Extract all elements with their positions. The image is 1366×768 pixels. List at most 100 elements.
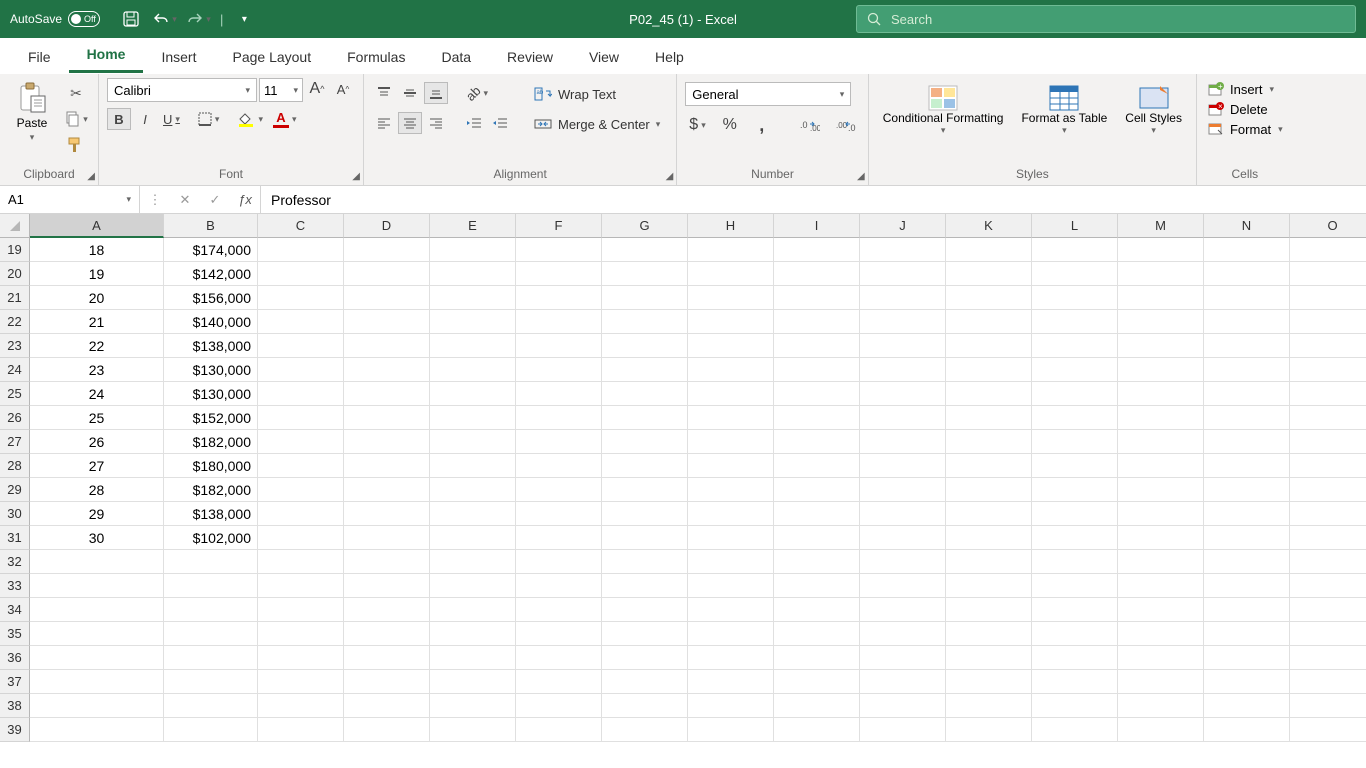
shrink-font-button[interactable]: A^ — [331, 78, 355, 100]
cell[interactable] — [602, 310, 688, 334]
cell[interactable] — [430, 646, 516, 670]
align-top-button[interactable] — [372, 82, 396, 104]
cell[interactable] — [1118, 502, 1204, 526]
cell[interactable] — [1204, 334, 1290, 358]
cell[interactable] — [774, 358, 860, 382]
align-left-button[interactable] — [372, 112, 396, 134]
cell[interactable] — [516, 598, 602, 622]
cell[interactable] — [602, 406, 688, 430]
cell[interactable] — [774, 238, 860, 262]
enter-formula-button[interactable]: ✓ — [200, 192, 230, 208]
cell[interactable] — [1032, 238, 1118, 262]
cell[interactable] — [344, 334, 430, 358]
row-header[interactable]: 22 — [0, 310, 30, 334]
name-box[interactable]: A1▾ — [0, 186, 140, 213]
cell[interactable] — [258, 670, 344, 694]
paste-button[interactable]: Paste ▾ — [8, 78, 56, 143]
cell[interactable] — [1118, 406, 1204, 430]
row-header[interactable]: 32 — [0, 550, 30, 574]
cell[interactable] — [860, 334, 946, 358]
cell[interactable] — [688, 430, 774, 454]
cell[interactable] — [1204, 478, 1290, 502]
cell[interactable] — [1118, 478, 1204, 502]
cell[interactable] — [164, 598, 258, 622]
cell[interactable] — [344, 718, 430, 742]
cell[interactable] — [688, 358, 774, 382]
tab-data[interactable]: Data — [423, 41, 489, 73]
cell[interactable] — [430, 598, 516, 622]
cell[interactable] — [774, 310, 860, 334]
cell[interactable] — [946, 598, 1032, 622]
number-dialog-launcher[interactable]: ◢ — [857, 171, 865, 182]
decrease-indent-button[interactable] — [462, 112, 486, 134]
cell[interactable]: 22 — [30, 334, 164, 358]
cell[interactable] — [430, 430, 516, 454]
cell[interactable] — [860, 286, 946, 310]
column-header-E[interactable]: E — [430, 214, 516, 238]
cell[interactable] — [1290, 478, 1366, 502]
cell[interactable] — [1118, 646, 1204, 670]
cell[interactable] — [344, 430, 430, 454]
cell[interactable] — [1204, 430, 1290, 454]
autosave-toggle[interactable]: AutoSave Off — [0, 11, 110, 27]
row-header[interactable]: 19 — [0, 238, 30, 262]
cell[interactable] — [946, 430, 1032, 454]
cell[interactable] — [164, 622, 258, 646]
cell[interactable] — [860, 358, 946, 382]
cell[interactable] — [1032, 430, 1118, 454]
cell[interactable] — [516, 430, 602, 454]
cell[interactable] — [516, 574, 602, 598]
cell[interactable] — [1290, 694, 1366, 718]
cell[interactable] — [774, 286, 860, 310]
italic-button[interactable]: I — [133, 108, 157, 130]
cancel-formula-button[interactable]: ✕ — [170, 192, 200, 208]
cell[interactable] — [344, 310, 430, 334]
cell[interactable] — [516, 262, 602, 286]
cell[interactable] — [1290, 382, 1366, 406]
column-header-L[interactable]: L — [1032, 214, 1118, 238]
wrap-text-button[interactable]: ab Wrap Text — [526, 82, 668, 106]
cell[interactable] — [774, 502, 860, 526]
cell[interactable] — [860, 382, 946, 406]
cell[interactable] — [602, 694, 688, 718]
cell[interactable] — [430, 358, 516, 382]
column-header-G[interactable]: G — [602, 214, 688, 238]
cell[interactable] — [516, 718, 602, 742]
cell[interactable] — [860, 646, 946, 670]
tab-file[interactable]: File — [10, 41, 69, 73]
cell[interactable] — [164, 670, 258, 694]
cell[interactable] — [516, 646, 602, 670]
cell[interactable]: 24 — [30, 382, 164, 406]
tab-review[interactable]: Review — [489, 41, 571, 73]
align-center-button[interactable] — [398, 112, 422, 134]
cell[interactable]: 23 — [30, 358, 164, 382]
cell[interactable] — [774, 646, 860, 670]
cell[interactable] — [1290, 262, 1366, 286]
row-header[interactable]: 20 — [0, 262, 30, 286]
cell[interactable] — [430, 526, 516, 550]
row-header[interactable]: 25 — [0, 382, 30, 406]
cut-button[interactable]: ✂ — [62, 82, 90, 104]
cell[interactable] — [1290, 646, 1366, 670]
tab-view[interactable]: View — [571, 41, 637, 73]
cell[interactable] — [30, 622, 164, 646]
cell[interactable] — [1118, 358, 1204, 382]
cell[interactable] — [344, 550, 430, 574]
cell[interactable]: $182,000 — [164, 430, 258, 454]
cell[interactable] — [860, 238, 946, 262]
row-header[interactable]: 29 — [0, 478, 30, 502]
borders-button[interactable] — [194, 108, 224, 130]
cell[interactable] — [1032, 478, 1118, 502]
insert-function-button[interactable]: ƒx — [230, 192, 260, 207]
cell[interactable] — [344, 622, 430, 646]
cell[interactable] — [1204, 382, 1290, 406]
comma-format-button[interactable]: , — [750, 114, 774, 136]
cell[interactable] — [860, 454, 946, 478]
cell[interactable] — [688, 694, 774, 718]
cell[interactable] — [602, 550, 688, 574]
cell[interactable] — [1032, 550, 1118, 574]
cell[interactable] — [602, 238, 688, 262]
cell[interactable] — [1204, 454, 1290, 478]
cell[interactable]: $156,000 — [164, 286, 258, 310]
tab-page-layout[interactable]: Page Layout — [214, 41, 329, 73]
